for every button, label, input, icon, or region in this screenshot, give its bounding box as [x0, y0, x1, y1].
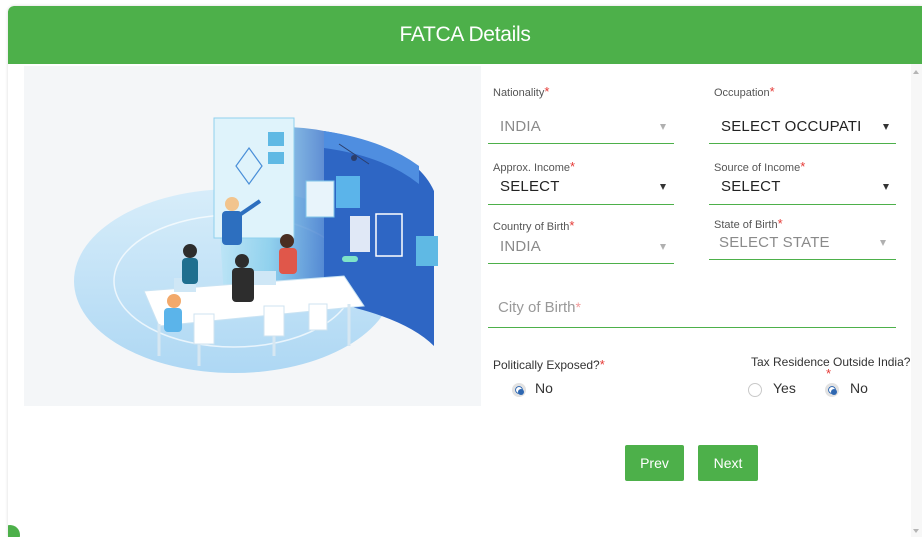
required-asterisk: * — [570, 159, 576, 174]
prev-button[interactable]: Prev — [625, 445, 684, 481]
required-asterisk: * — [800, 159, 806, 174]
occupation-select[interactable]: Occupation* SELECT OCCUPATI — [709, 84, 896, 144]
state-of-birth-value: SELECT STATE — [719, 234, 830, 251]
tax-residence-no-radio[interactable] — [825, 383, 839, 397]
country-of-birth-label: Country of Birth — [493, 221, 570, 233]
politically-exposed-no-radio[interactable] — [512, 383, 526, 397]
city-of-birth-input[interactable]: City of Birth* — [488, 288, 896, 328]
approx-income-select[interactable]: Approx. Income* SELECT — [488, 145, 674, 205]
nationality-select[interactable]: Nationality* INDIA — [488, 84, 674, 144]
required-asterisk: * — [544, 84, 550, 99]
nationality-value: INDIA — [500, 118, 542, 135]
city-of-birth-underline — [488, 327, 896, 328]
politically-exposed-no-label[interactable]: No — [535, 380, 553, 396]
approx-income-label: Approx. Income — [493, 162, 571, 174]
tax-residence-yes-radio[interactable] — [748, 383, 762, 397]
nationality-underline — [488, 143, 674, 144]
required-asterisk: * — [769, 84, 775, 99]
country-of-birth-select[interactable]: Country of Birth* INDIA — [488, 204, 674, 264]
required-asterisk: * — [569, 218, 575, 233]
state-of-birth-underline — [709, 259, 896, 260]
state-of-birth-select[interactable]: State of Birth* SELECT STATE — [709, 200, 896, 260]
country-of-birth-underline — [488, 263, 674, 264]
approx-income-value: SELECT — [500, 178, 560, 195]
chevron-down-icon — [660, 244, 666, 250]
country-of-birth-value: INDIA — [500, 238, 542, 255]
occupation-label: Occupation — [714, 87, 770, 99]
required-asterisk: * — [826, 366, 832, 381]
tax-residence-yes-label[interactable]: Yes — [773, 380, 796, 396]
source-of-income-value: SELECT — [721, 178, 781, 195]
next-button[interactable]: Next — [698, 445, 758, 481]
vertical-scrollbar[interactable] — [911, 64, 922, 537]
chevron-down-icon — [660, 124, 666, 130]
page-title: FATCA Details — [399, 23, 531, 46]
chevron-down-icon — [880, 240, 886, 246]
required-asterisk: * — [575, 299, 581, 315]
chevron-down-icon — [883, 124, 889, 130]
nationality-label: Nationality — [493, 87, 545, 99]
required-asterisk: * — [599, 357, 605, 372]
chevron-down-icon — [660, 184, 666, 190]
politically-exposed-label: Politically Exposed? — [493, 358, 600, 372]
city-of-birth-placeholder: City of Birth — [498, 299, 576, 316]
source-of-income-label: Source of Income — [714, 162, 801, 174]
occupation-value: SELECT OCCUPATI — [721, 118, 862, 135]
illustration-graphic — [74, 117, 438, 373]
card-header: FATCA Details — [8, 6, 922, 64]
team-meeting-illustration — [24, 66, 481, 406]
state-of-birth-label: State of Birth — [714, 219, 778, 231]
tax-residence-no-label[interactable]: No — [850, 380, 868, 396]
occupation-underline — [709, 143, 896, 144]
scroll-up-arrow-icon[interactable] — [913, 70, 919, 74]
required-asterisk: * — [777, 216, 783, 231]
chevron-down-icon — [883, 184, 889, 190]
scroll-down-arrow-icon[interactable] — [913, 529, 919, 533]
source-of-income-select[interactable]: Source of Income* SELECT — [709, 145, 896, 205]
